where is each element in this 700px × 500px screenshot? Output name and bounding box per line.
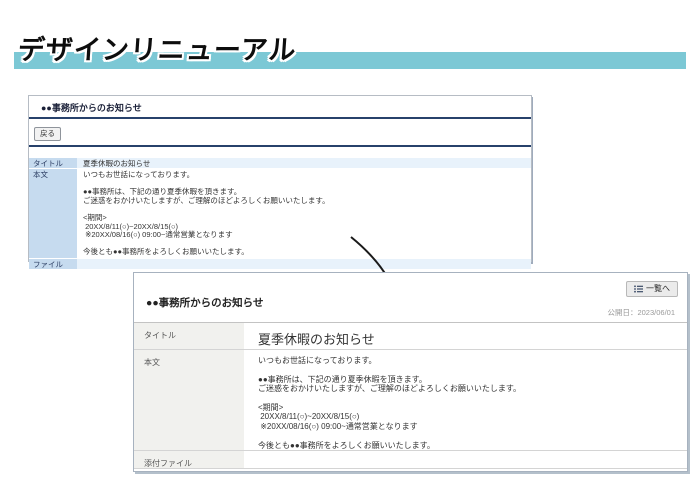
title-row-value: 夏季休暇のお知らせ <box>77 158 531 168</box>
body-line: 今後とも●●事務所をよろしくお願いいたします。 <box>83 248 525 257</box>
body-row-value: いつもお世話になっております。 ●●事務所は、下記の通り夏季休暇を頂きます。 ご… <box>77 169 531 258</box>
attachment-row-value <box>244 451 687 468</box>
table-row: ファイル <box>29 258 531 269</box>
to-list-button[interactable]: 一覧へ <box>626 281 678 297</box>
old-panel-toolbar: 戻る <box>29 119 531 147</box>
table-row: 本文 いつもお世話になっております。 ●●事務所は、下記の通り夏季休暇を頂きます… <box>134 350 687 451</box>
list-icon <box>634 285 643 293</box>
table-row: タイトル 夏季休暇のお知らせ <box>134 323 687 350</box>
body-line: ※20XX/08/16(○) 09:00~通常営業となります <box>258 422 687 431</box>
body-line: ご迷惑をおかけいたしますが、ご理解のほどよろしくお願いいたします。 <box>258 384 687 393</box>
body-row-label: 本文 <box>29 169 77 258</box>
table-row: 本文 いつもお世話になっております。 ●●事務所は、下記の通り夏季休暇を頂きます… <box>29 168 531 258</box>
table-row: 添付ファイル <box>134 451 687 469</box>
title-row-label: タイトル <box>134 323 244 349</box>
old-panel-table: タイトル 夏季休暇のお知らせ 本文 いつもお世話になっております。 ●●事務所は… <box>29 157 531 269</box>
body-line: ご迷惑をおかけいたしますが、ご理解のほどよろしくお願いいたします。 <box>83 197 525 206</box>
slide-title: デザインリニューアル <box>17 28 298 67</box>
body-line: ●●事務所は、下記の通り夏季休暇を頂きます。 <box>258 375 687 384</box>
body-line <box>83 205 525 214</box>
file-row-label: ファイル <box>29 259 77 269</box>
new-panel-header: ●●事務所からのお知らせ <box>146 295 263 310</box>
table-row: タイトル 夏季休暇のお知らせ <box>29 157 531 168</box>
new-panel-table: タイトル 夏季休暇のお知らせ 本文 いつもお世話になっております。 ●●事務所は… <box>134 322 687 469</box>
new-design-panel: 一覧へ ●●事務所からのお知らせ 公開日：2023/06/01 タイトル 夏季休… <box>133 272 688 472</box>
to-list-button-label: 一覧へ <box>646 284 670 294</box>
old-panel-header: ●●事務所からのお知らせ <box>29 96 531 119</box>
body-line: ※20XX/08/16(○) 09:00~通常営業となります <box>83 231 525 240</box>
body-line: 今後とも●●事務所をよろしくお願いいたします。 <box>258 441 687 450</box>
title-row-label: タイトル <box>29 158 77 168</box>
body-line: いつもお世話になっております。 <box>258 356 687 365</box>
old-design-panel: ●●事務所からのお知らせ 戻る タイトル 夏季休暇のお知らせ 本文 いつもお世話… <box>28 95 532 262</box>
file-row-value <box>77 259 531 269</box>
slide-canvas: デザインリニューアル ●●事務所からのお知らせ 戻る タイトル 夏季休暇のお知ら… <box>0 0 700 500</box>
body-line <box>258 431 687 440</box>
body-line: 20XX/8/11(○)~20XX/8/15(○) <box>258 412 687 421</box>
body-line <box>258 394 687 403</box>
body-line: いつもお世話になっております。 <box>83 171 525 180</box>
publish-date: 公開日：2023/06/01 <box>607 307 675 318</box>
body-line <box>258 365 687 374</box>
back-button[interactable]: 戻る <box>34 127 61 141</box>
attachment-row-label: 添付ファイル <box>134 451 244 468</box>
body-row-label: 本文 <box>134 350 244 450</box>
body-line: <期間> <box>258 403 687 412</box>
title-row-value: 夏季休暇のお知らせ <box>244 323 687 349</box>
body-row-value: いつもお世話になっております。 ●●事務所は、下記の通り夏季休暇を頂きます。 ご… <box>244 350 687 450</box>
